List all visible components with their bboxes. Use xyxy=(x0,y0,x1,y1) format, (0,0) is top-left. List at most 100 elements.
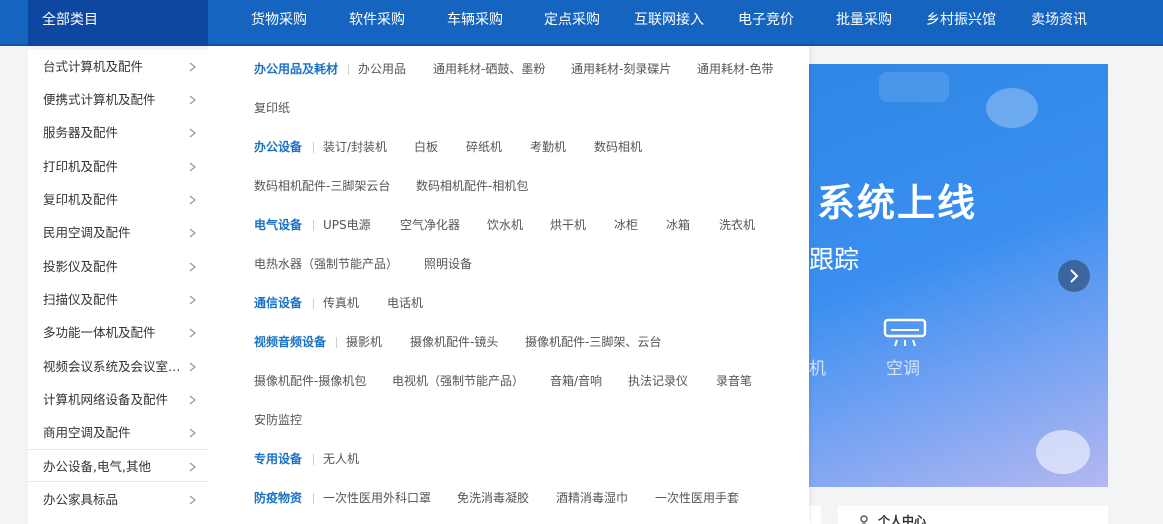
flyout-item[interactable]: 装订/封装机 xyxy=(323,137,387,157)
flyout-item[interactable]: 电话机 xyxy=(387,293,423,313)
flyout-item[interactable]: 酒精消毒湿巾 xyxy=(556,488,628,508)
nav-link-vehicles[interactable]: 车辆采购 xyxy=(447,0,503,40)
flyout-item[interactable]: 无人机 xyxy=(323,449,359,469)
sidebar-item[interactable]: 投影仪及配件 xyxy=(28,250,208,283)
sidebar-item[interactable]: 计算机网络设备及配件 xyxy=(28,383,208,416)
sidebar-item[interactable]: 复印机及配件 xyxy=(28,183,208,216)
sidebar-item-label: 台式计算机及配件 xyxy=(43,59,144,74)
chevron-right-icon xyxy=(188,150,198,183)
nav-link-news[interactable]: 卖场资讯 xyxy=(1031,0,1087,40)
flyout-item[interactable]: 照明设备 xyxy=(424,254,472,274)
sidebar-item-label: 复印机及配件 xyxy=(43,192,119,207)
flyout-item[interactable]: 白板 xyxy=(414,137,438,157)
sidebar-item[interactable]: 服务器及配件 xyxy=(28,116,208,149)
content-card-edge xyxy=(809,506,821,524)
flyout-group-title[interactable]: 办公设备 xyxy=(254,137,302,157)
air-conditioner-icon xyxy=(883,318,927,347)
promo-banner[interactable]: 系统上线 跟踪 机 空调 xyxy=(809,64,1108,487)
flyout-group-title[interactable]: 通信设备 xyxy=(254,293,302,313)
sidebar-item[interactable]: 多功能一体机及配件 xyxy=(28,316,208,349)
flyout-item[interactable]: 摄像机配件-镜头 xyxy=(410,332,498,352)
flyout-item[interactable]: 碎纸机 xyxy=(466,137,502,157)
banner-decoration xyxy=(986,88,1038,128)
nav-link-rural[interactable]: 乡村振兴馆 xyxy=(926,0,996,40)
category-flyout-panel: 办公用品及耗材 办公用品 通用耗材-硒鼓、墨粉 通用耗材-刻录碟片 通用耗材-色… xyxy=(208,46,809,524)
flyout-group-title[interactable]: 电气设备 xyxy=(254,215,302,235)
flyout-item[interactable]: 音箱/音响 xyxy=(550,371,602,391)
nav-link-batch[interactable]: 批量采购 xyxy=(836,0,892,40)
divider xyxy=(313,493,314,504)
flyout-item[interactable]: 冰柜 xyxy=(614,215,638,235)
divider xyxy=(313,298,314,309)
sidebar-item[interactable]: 视频会议系统及会议室音响... xyxy=(28,350,208,383)
flyout-item[interactable]: 摄像机配件-三脚架、云台 xyxy=(525,332,661,352)
flyout-item[interactable]: 一次性医用手套 xyxy=(655,488,739,508)
sidebar-item[interactable]: 台式计算机及配件 xyxy=(28,50,208,83)
flyout-item[interactable]: 安防监控 xyxy=(254,410,302,430)
flyout-item[interactable]: 通用耗材-刻录碟片 xyxy=(571,59,671,79)
sidebar-item[interactable]: 便携式计算机及配件 xyxy=(28,83,208,116)
divider xyxy=(313,454,314,465)
nav-link-goods[interactable]: 货物采购 xyxy=(251,0,307,40)
chevron-right-icon xyxy=(1070,269,1079,283)
nav-link-bidding[interactable]: 电子竞价 xyxy=(738,0,794,40)
banner-icon-label: 机 xyxy=(809,359,826,379)
flyout-item[interactable]: 免洗消毒凝胶 xyxy=(457,488,529,508)
nav-link-internet[interactable]: 互联网接入 xyxy=(634,0,704,40)
chevron-right-icon xyxy=(188,450,198,481)
nav-link-designated[interactable]: 定点采购 xyxy=(544,0,600,40)
flyout-item[interactable]: 数码相机配件-相机包 xyxy=(416,176,528,196)
flyout-item[interactable]: 录音笔 xyxy=(716,371,752,391)
sidebar-item[interactable]: 办公家具标品 xyxy=(28,483,208,516)
top-navigation-bar: 全部类目 货物采购 软件采购 车辆采购 定点采购 互联网接入 电子竞价 批量采购… xyxy=(0,0,1163,46)
flyout-item[interactable]: 一次性医用外科口罩 xyxy=(323,488,431,508)
flyout-group-title[interactable]: 专用设备 xyxy=(254,449,302,469)
sidebar-item[interactable]: 民用空调及配件 xyxy=(28,216,208,249)
sidebar-item-active[interactable]: 办公设备,电气,其他 xyxy=(28,449,208,482)
flyout-item[interactable]: 饮水机 xyxy=(487,215,523,235)
flyout-item[interactable]: 摄影机 xyxy=(346,332,382,352)
sidebar-item[interactable]: 打印机及配件 xyxy=(28,150,208,183)
flyout-item[interactable]: UPS电源 xyxy=(323,215,371,235)
nav-link-software[interactable]: 软件采购 xyxy=(349,0,405,40)
chevron-right-icon xyxy=(188,416,198,449)
flyout-item[interactable]: 数码相机配件-三脚架云台 xyxy=(254,176,390,196)
flyout-item[interactable]: 传真机 xyxy=(323,293,359,313)
divider xyxy=(336,337,337,348)
flyout-item[interactable]: 办公用品 xyxy=(358,59,406,79)
flyout-item[interactable]: 电热水器（强制节能产品） xyxy=(254,254,398,274)
flyout-item[interactable]: 通用耗材-硒鼓、墨粉 xyxy=(433,59,545,79)
sidebar-item-label: 视频会议系统及会议室音响... xyxy=(43,359,184,374)
flyout-item[interactable]: 执法记录仪 xyxy=(628,371,688,391)
flyout-item[interactable]: 考勤机 xyxy=(530,137,566,157)
flyout-item[interactable]: 摄像机配件-摄像机包 xyxy=(254,371,366,391)
flyout-group-title[interactable]: 视频音频设备 xyxy=(254,332,326,352)
sidebar-item[interactable]: 扫描仪及配件 xyxy=(28,283,208,316)
sidebar-item-label: 服务器及配件 xyxy=(43,125,119,140)
chevron-right-icon xyxy=(188,216,198,249)
category-sidebar: 台式计算机及配件 便携式计算机及配件 服务器及配件 打印机及配件 复印机及配件 … xyxy=(28,50,208,524)
banner-decoration xyxy=(879,72,949,102)
flyout-item[interactable]: 电视机（强制节能产品） xyxy=(392,371,524,391)
flyout-item[interactable]: 通用耗材-色带 xyxy=(697,59,773,79)
chevron-right-icon xyxy=(188,383,198,416)
chevron-right-icon xyxy=(188,483,198,516)
flyout-group-title[interactable]: 办公用品及耗材 xyxy=(254,59,338,79)
flyout-item[interactable]: 烘干机 xyxy=(550,215,586,235)
banner-title: 系统上线 xyxy=(817,181,978,225)
sidebar-item[interactable]: 商用空调及配件 xyxy=(28,416,208,449)
flyout-item[interactable]: 数码相机 xyxy=(594,137,642,157)
flyout-item[interactable]: 冰箱 xyxy=(666,215,690,235)
personal-center-card[interactable]: 个人中心 xyxy=(838,506,1108,524)
flyout-item[interactable]: 复印纸 xyxy=(254,98,290,118)
all-categories-button[interactable]: 全部类目 xyxy=(28,0,208,46)
flyout-item[interactable]: 空气净化器 xyxy=(400,215,460,235)
chevron-right-icon xyxy=(188,283,198,316)
banner-subtitle: 跟踪 xyxy=(809,245,860,274)
carousel-next-button[interactable] xyxy=(1058,260,1090,292)
sidebar-item-label: 打印机及配件 xyxy=(43,159,119,174)
user-icon xyxy=(860,515,868,524)
flyout-group-title[interactable]: 防疫物资 xyxy=(254,488,302,508)
chevron-right-icon xyxy=(188,350,198,383)
flyout-item[interactable]: 洗衣机 xyxy=(719,215,755,235)
